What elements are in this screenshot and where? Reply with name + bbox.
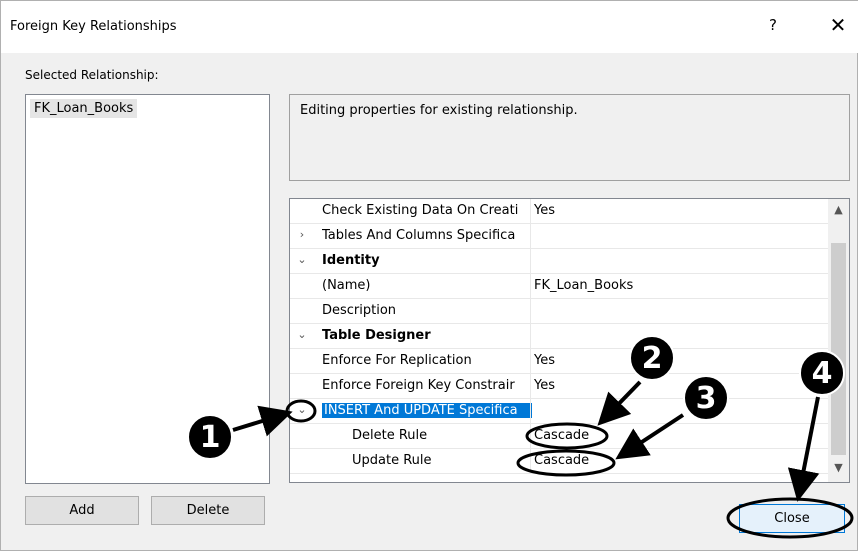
property-value[interactable]: FK_Loan_Books (534, 278, 633, 293)
title-bar: Foreign Key Relationships ? ✕ (1, 1, 858, 53)
relationship-list[interactable]: FK_Loan_Books (25, 94, 270, 484)
property-value[interactable]: Yes (534, 378, 555, 393)
property-value[interactable]: Yes (534, 353, 555, 368)
property-row[interactable]: ⌄ Table Designer (290, 324, 828, 349)
column-divider (530, 324, 531, 348)
scroll-thumb[interactable] (831, 243, 846, 455)
step-marker-1: 1 (187, 414, 233, 460)
column-divider (530, 224, 531, 248)
property-name: Table Designer (322, 328, 431, 343)
row-spacer (294, 453, 310, 469)
add-button[interactable]: Add (25, 496, 139, 525)
property-row[interactable]: ⌄ Identity (290, 249, 828, 274)
column-divider (530, 274, 531, 298)
property-row[interactable]: Delete Rule Cascade (290, 424, 828, 449)
column-divider (530, 249, 531, 273)
description-box: Editing properties for existing relation… (289, 94, 850, 181)
step-marker-2: 2 (629, 335, 675, 381)
row-spacer (294, 428, 310, 444)
column-divider (530, 374, 531, 398)
help-button[interactable]: ? (763, 16, 783, 34)
property-row[interactable]: Check Existing Data On Creati Yes (290, 199, 828, 224)
property-name: Enforce For Replication (322, 353, 472, 368)
vertical-scrollbar[interactable]: ▲ ▼ (828, 199, 849, 482)
property-row[interactable]: (Name) FK_Loan_Books (290, 274, 828, 299)
column-divider (530, 449, 531, 473)
row-spacer (294, 203, 310, 219)
property-row[interactable]: Update Rule Cascade (290, 449, 828, 474)
property-name: Description (322, 303, 397, 318)
property-name: Tables And Columns Specifica (322, 228, 516, 243)
description-text: Editing properties for existing relation… (300, 103, 578, 118)
property-name: Check Existing Data On Creati (322, 203, 519, 218)
foreign-key-relationships-dialog: Foreign Key Relationships ? ✕ Selected R… (0, 0, 858, 551)
property-name: INSERT And UPDATE Specifica (322, 403, 532, 418)
row-spacer (294, 353, 310, 369)
expand-toggle-icon[interactable]: ⌄ (294, 328, 310, 344)
expand-toggle-icon[interactable]: ⌄ (294, 253, 310, 269)
property-row[interactable]: › Tables And Columns Specifica (290, 224, 828, 249)
property-row[interactable]: ⌄ INSERT And UPDATE Specifica (290, 399, 828, 424)
property-grid[interactable]: Check Existing Data On Creati Yes › Tables … (289, 198, 850, 483)
column-divider (530, 399, 531, 423)
row-spacer (294, 303, 310, 319)
property-name: (Name) (322, 278, 371, 293)
row-spacer (294, 378, 310, 394)
close-icon[interactable]: ✕ (827, 13, 849, 37)
property-row[interactable]: Enforce For Replication Yes (290, 349, 828, 374)
column-divider (530, 299, 531, 323)
property-value[interactable]: Yes (534, 203, 555, 218)
scroll-down-icon[interactable]: ▼ (828, 461, 849, 474)
property-value[interactable]: Cascade (534, 428, 589, 443)
property-name: Delete Rule (352, 428, 428, 443)
scroll-up-icon[interactable]: ▲ (828, 203, 849, 216)
selected-relationship-label: Selected Relationship: (25, 68, 159, 82)
list-item[interactable]: FK_Loan_Books (30, 99, 138, 118)
property-value[interactable]: Cascade (534, 453, 589, 468)
property-row[interactable]: Description (290, 299, 828, 324)
window-title: Foreign Key Relationships (10, 19, 177, 34)
close-button[interactable]: Close (739, 504, 845, 533)
property-name: Update Rule (352, 453, 432, 468)
property-name: Identity (322, 253, 380, 268)
expand-toggle-icon[interactable]: › (294, 228, 310, 244)
property-row[interactable]: Enforce Foreign Key Constrair Yes (290, 374, 828, 399)
column-divider (530, 199, 531, 223)
row-spacer (294, 278, 310, 294)
step-marker-4: 4 (799, 350, 845, 396)
expand-toggle-icon[interactable]: ⌄ (294, 403, 310, 419)
step-marker-3: 3 (683, 375, 729, 421)
delete-button[interactable]: Delete (151, 496, 265, 525)
column-divider (530, 349, 531, 373)
property-name: Enforce Foreign Key Constrair (322, 378, 515, 393)
column-divider (530, 424, 531, 448)
